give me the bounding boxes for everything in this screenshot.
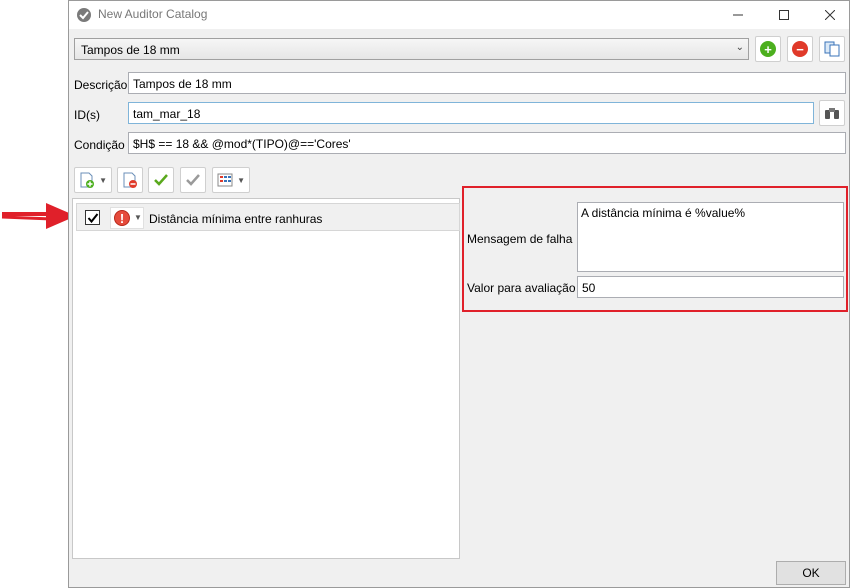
uncheck-all-button[interactable] bbox=[180, 167, 206, 193]
ids-label: ID(s) bbox=[74, 108, 100, 122]
green-check-icon bbox=[154, 174, 168, 186]
mensagem-label: Mensagem de falha bbox=[467, 232, 573, 246]
descricao-field[interactable]: Tampos de 18 mm bbox=[128, 72, 846, 94]
title-bar: New Auditor Catalog bbox=[69, 1, 849, 29]
minimize-icon bbox=[733, 14, 743, 16]
binoculars-icon bbox=[825, 108, 839, 119]
add-icon: + bbox=[760, 41, 776, 57]
checkmark-icon bbox=[87, 212, 98, 223]
app-icon bbox=[77, 8, 91, 22]
copy-icon bbox=[824, 41, 840, 57]
rule-properties-panel: Mensagem de falha A distância mínima é %… bbox=[462, 186, 848, 312]
chevron-down-icon: ⌄ bbox=[735, 42, 744, 53]
grid-icon bbox=[217, 173, 233, 187]
condicao-label: Condição bbox=[74, 138, 125, 152]
close-button[interactable] bbox=[807, 1, 850, 29]
remove-rule-button[interactable] bbox=[117, 167, 143, 193]
severity-dropdown[interactable]: ! ▼ bbox=[110, 207, 144, 229]
remove-catalog-button[interactable]: − bbox=[787, 36, 813, 62]
find-ids-button[interactable] bbox=[819, 100, 845, 126]
ok-button[interactable]: OK bbox=[776, 561, 846, 585]
close-icon bbox=[825, 10, 835, 20]
rule-enabled-checkbox[interactable] bbox=[85, 210, 100, 225]
gray-check-icon bbox=[186, 174, 200, 186]
remove-document-icon bbox=[123, 172, 137, 188]
chevron-down-icon: ▼ bbox=[134, 213, 142, 222]
ids-field[interactable]: tam_mar_18 bbox=[128, 102, 814, 124]
catalog-dropdown[interactable]: Tampos de 18 mm ⌄ bbox=[74, 38, 749, 60]
grid-options-button[interactable]: ▼ bbox=[212, 167, 250, 193]
copy-catalog-button[interactable] bbox=[819, 36, 845, 62]
remove-icon: − bbox=[792, 41, 808, 57]
rule-label: Distância mínima entre ranhuras bbox=[149, 212, 323, 226]
catalog-dropdown-value: Tampos de 18 mm bbox=[81, 43, 180, 57]
chevron-down-icon: ▼ bbox=[99, 176, 107, 185]
list-item[interactable]: ! ▼ Distância mínima entre ranhuras bbox=[76, 203, 460, 231]
add-catalog-button[interactable]: + bbox=[755, 36, 781, 62]
maximize-button[interactable] bbox=[761, 1, 807, 29]
error-icon: ! bbox=[114, 210, 130, 226]
minimize-button[interactable] bbox=[715, 1, 761, 29]
mensagem-field[interactable]: A distância mínima é %value% bbox=[577, 202, 844, 272]
window-title: New Auditor Catalog bbox=[98, 7, 208, 21]
check-all-button[interactable] bbox=[148, 167, 174, 193]
valor-field[interactable]: 50 bbox=[577, 276, 844, 298]
valor-label: Valor para avaliação bbox=[467, 281, 576, 295]
add-document-icon bbox=[80, 172, 94, 188]
add-rule-button[interactable]: ▼ bbox=[74, 167, 112, 193]
maximize-icon bbox=[779, 10, 789, 20]
auditor-catalog-window: New Auditor Catalog Tampos de 18 mm ⌄ + … bbox=[68, 0, 850, 588]
rules-list: ! ▼ Distância mínima entre ranhuras bbox=[72, 198, 460, 559]
condicao-field[interactable]: $H$ == 18 && @mod*(TIPO)@=='Cores' bbox=[128, 132, 846, 154]
descricao-label: Descrição bbox=[74, 78, 128, 92]
chevron-down-icon: ▼ bbox=[237, 176, 245, 185]
